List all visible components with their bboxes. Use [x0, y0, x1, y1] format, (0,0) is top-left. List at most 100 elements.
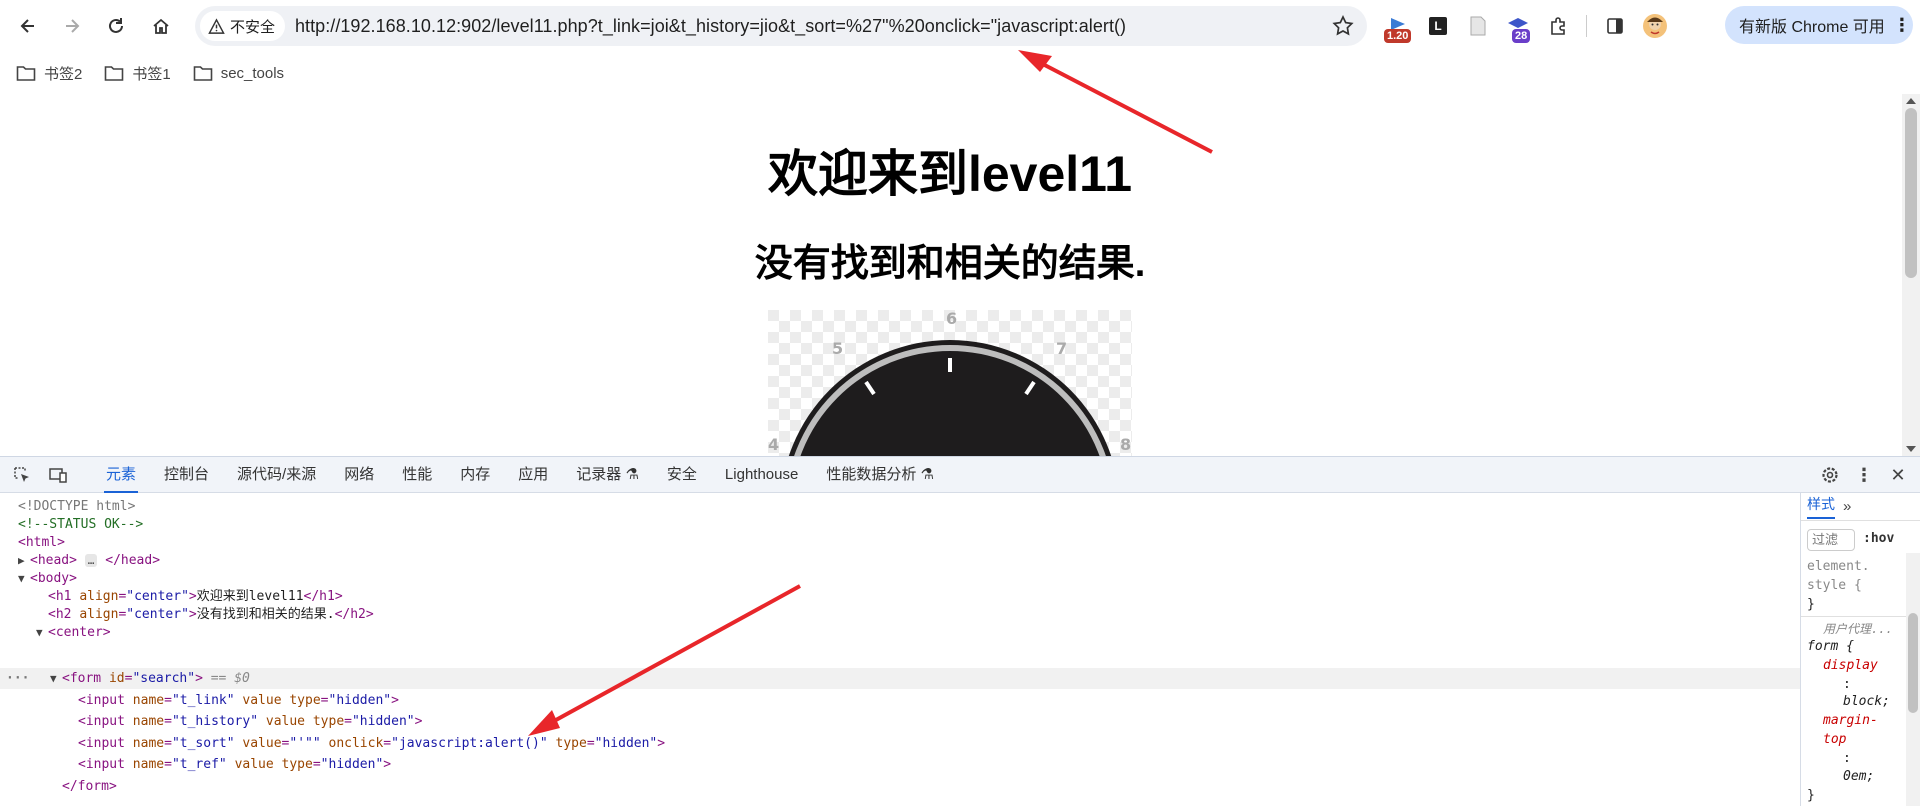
- gear-icon[interactable]: [1816, 461, 1844, 489]
- flask-icon: ⚗: [920, 465, 934, 483]
- tab-performance[interactable]: 性能: [388, 457, 446, 493]
- more-options-icon[interactable]: ⋮: [1850, 461, 1878, 489]
- dom-line-input-t-link[interactable]: <input name="t_link" value type="hidden"…: [78, 690, 399, 711]
- ext-hat-icon[interactable]: 28: [1498, 6, 1538, 46]
- chevron-right-icon[interactable]: »: [1843, 498, 1851, 515]
- dom-line-form-close[interactable]: </form>: [62, 776, 117, 797]
- ext-badge-icon[interactable]: 1.20: [1378, 6, 1418, 46]
- devtools-tabbar: 元素 控制台 源代码/来源 网络 性能 内存 应用 记录器 ⚗ 安全 Light…: [0, 457, 1920, 493]
- collapsed-ellipsis-icon[interactable]: …: [84, 554, 98, 567]
- back-arrow-icon: [20, 19, 34, 33]
- reload-button[interactable]: [100, 10, 132, 42]
- element-style-selector: element. style {: [1807, 559, 1870, 593]
- dom-line-input-t-ref[interactable]: <input name="t_ref" value type="hidden">: [78, 754, 391, 775]
- scrollbar-thumb[interactable]: [1905, 108, 1917, 278]
- row-more-actions-icon[interactable]: ···: [6, 668, 29, 689]
- tab-performance-insights[interactable]: 性能数据分析 ⚗: [812, 457, 948, 493]
- l-square: L: [1429, 17, 1447, 35]
- styles-scrollbar-thumb[interactable]: [1908, 613, 1918, 713]
- margin-top-property: margin- top: [1823, 713, 1878, 747]
- device-toolbar-icon[interactable]: [44, 461, 72, 489]
- input-name: t_ref: [179, 757, 219, 772]
- margin-top-value: 0em;: [1843, 769, 1875, 784]
- more-vert-icon: ⋮: [1892, 15, 1911, 35]
- styles-filter-input[interactable]: 过滤: [1807, 529, 1855, 551]
- device-shape: [49, 467, 67, 483]
- security-indicator[interactable]: 不安全: [200, 11, 286, 41]
- element-style-close: }: [1807, 597, 1815, 612]
- devtools-actions: ⋮ ✕: [1816, 461, 1912, 489]
- home-icon: [153, 18, 169, 34]
- hov-toggle[interactable]: :hov: [1863, 531, 1894, 546]
- scroll-down-icon[interactable]: [1906, 446, 1916, 452]
- extensions-puzzle-icon[interactable]: [1538, 6, 1578, 46]
- collapse-triangle-icon[interactable]: ▼: [18, 568, 30, 589]
- home-button[interactable]: [145, 10, 177, 42]
- tab-styles[interactable]: 样式: [1807, 494, 1835, 519]
- page-viewport: 欢迎来到level11 没有找到和相关的结果. 6 5 7 4 8: [0, 94, 1920, 456]
- back-button[interactable]: [12, 10, 44, 42]
- url-text[interactable]: http://192.168.10.12:902/level11.php?t_l…: [295, 6, 1126, 46]
- tab-elements[interactable]: 元素: [92, 457, 150, 493]
- speedometer-image: 6 5 7 4 8: [768, 310, 1132, 456]
- input-name: t_history: [179, 714, 251, 729]
- chrome-update-button[interactable]: 有新版 Chrome 可用 ⋮: [1725, 6, 1913, 44]
- profile-avatar[interactable]: [1635, 6, 1675, 46]
- colon-text: :: [1843, 751, 1851, 766]
- bookmark-folder-1[interactable]: 书签1: [104, 63, 171, 84]
- bookmark-folder-2[interactable]: 书签2: [16, 63, 82, 84]
- dom-line-input-t-history[interactable]: <input name="t_history" value type="hidd…: [78, 711, 422, 732]
- display-property: display: [1823, 658, 1878, 673]
- doc-shape: [1470, 16, 1486, 36]
- scroll-up-icon[interactable]: [1906, 98, 1916, 104]
- tab-network[interactable]: 网络: [330, 457, 388, 493]
- collapse-triangle-icon[interactable]: ▼: [50, 668, 62, 689]
- svg-text:4: 4: [768, 435, 779, 454]
- comment-text: <!--STATUS OK-->: [18, 517, 144, 532]
- forward-button[interactable]: [56, 10, 88, 42]
- close-icon[interactable]: ✕: [1884, 461, 1912, 489]
- page-subtitle: 没有找到和相关的结果.: [754, 243, 1146, 285]
- side-panel-icon[interactable]: [1595, 6, 1635, 46]
- gear-shape: [1822, 467, 1838, 483]
- collapse-triangle-icon[interactable]: ▼: [36, 622, 48, 643]
- rule-divider: [1801, 616, 1907, 617]
- folder-icon: [16, 66, 36, 81]
- styles-scrollbar[interactable]: [1906, 553, 1920, 806]
- tab-sources[interactable]: 源代码/来源: [223, 457, 330, 493]
- tab-security[interactable]: 安全: [653, 457, 711, 493]
- extensions-area: 1.20 L 28: [1378, 6, 1675, 46]
- h2-text: 没有找到和相关的结果.: [196, 607, 335, 622]
- dom-line-input-t-sort[interactable]: <input name="t_sort" value="'"" onclick=…: [78, 733, 665, 754]
- tab-application[interactable]: 应用: [504, 457, 562, 493]
- security-label: 不安全: [230, 18, 276, 36]
- svg-text:7: 7: [1056, 339, 1067, 358]
- ext-doc-icon[interactable]: [1458, 6, 1498, 46]
- warning-triangle-icon: [208, 17, 225, 34]
- address-bar[interactable]: 不安全 http://192.168.10.12:902/level11.php…: [195, 6, 1367, 46]
- tab-recorder[interactable]: 记录器 ⚗: [562, 457, 653, 493]
- browser-toolbar: 不安全 http://192.168.10.12:902/level11.php…: [0, 0, 1920, 50]
- toolbar-divider: [1586, 15, 1587, 37]
- dom-line-center[interactable]: ▼ <center>: [36, 622, 111, 643]
- bookmark-label: 书签2: [44, 65, 83, 83]
- avatar-shape: [1643, 14, 1667, 38]
- dom-line-form-selected[interactable]: ▼ <form id="search"> == $0: [50, 668, 250, 689]
- bookmarks-bar: 书签2 书签1 sec_tools: [0, 56, 1920, 90]
- page-title: 欢迎来到level11: [767, 146, 1133, 202]
- bookmark-star-icon[interactable]: [1331, 14, 1355, 38]
- bookmark-folder-sec-tools[interactable]: sec_tools: [193, 64, 284, 82]
- input-value: '": [297, 736, 313, 751]
- svg-text:5: 5: [832, 339, 843, 358]
- inspect-element-icon[interactable]: [8, 461, 36, 489]
- tab-console[interactable]: 控制台: [150, 457, 223, 493]
- bookmark-label: sec_tools: [220, 64, 285, 82]
- styles-pane: 样式 » 过滤 :hov element. style { } 用户代理... …: [1800, 493, 1920, 806]
- selected-marker: == $0: [210, 671, 250, 686]
- onclick-value: javascript:alert(): [398, 736, 540, 751]
- page-scrollbar[interactable]: [1902, 94, 1920, 456]
- tab-memory[interactable]: 内存: [446, 457, 504, 493]
- tab-lighthouse[interactable]: Lighthouse: [711, 457, 812, 493]
- inspect-shape: [14, 466, 29, 482]
- ext-l-icon[interactable]: L: [1418, 6, 1458, 46]
